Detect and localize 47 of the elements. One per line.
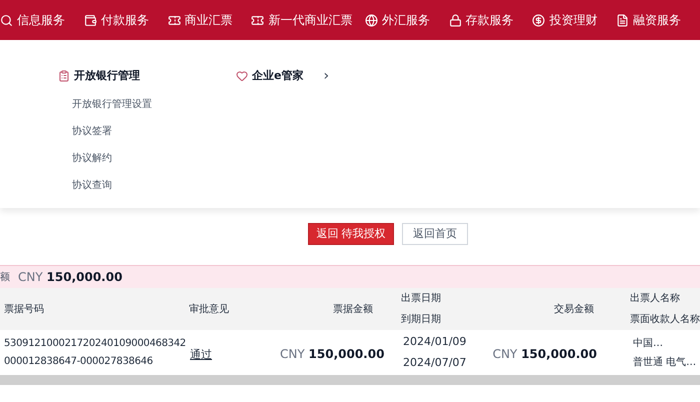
column-header: 到期日期 xyxy=(401,312,442,327)
nav-item[interactable]: 商业汇票 xyxy=(168,11,252,29)
document-icon xyxy=(616,14,630,26)
search-icon xyxy=(0,14,13,26)
wallet-icon xyxy=(84,14,97,26)
primary-button[interactable]: 返回 待我授权 xyxy=(308,223,394,245)
menu-item[interactable]: 开放银行管理设置 xyxy=(72,96,152,112)
column-header: 出票人名称 xyxy=(630,292,682,306)
table-cell: CNY 150,000.00 xyxy=(280,346,384,360)
nav-item[interactable]: 投资理财 xyxy=(532,11,616,29)
globe-icon xyxy=(364,14,378,26)
table-cell-text: 2024/07/07 xyxy=(403,354,468,370)
lock-icon xyxy=(448,14,462,26)
nav-item[interactable]: 外汇服务 xyxy=(364,11,449,29)
menu-item[interactable]: 协议签署 xyxy=(72,124,152,138)
column-header: 出票日期 xyxy=(401,292,442,306)
column-header: 票据金额 xyxy=(332,302,374,316)
column-header: 审批意见 xyxy=(189,302,230,316)
heart-icon xyxy=(236,70,248,82)
approval-link[interactable]: 通过 xyxy=(190,348,212,360)
scroll-bar[interactable] xyxy=(0,375,700,385)
table-cell: 530912100021720240109000468342 xyxy=(4,336,186,350)
table-cell-text: 中国… xyxy=(633,336,664,350)
menu-heading: 开放银行管理 xyxy=(74,68,140,84)
table-cell-text: 2024/01/09 xyxy=(403,334,468,350)
nav-item[interactable]: 付款服务 xyxy=(84,11,168,29)
ticket-icon xyxy=(251,14,264,26)
nav-item[interactable]: 信息服务 xyxy=(0,11,84,29)
coin-icon xyxy=(532,14,546,26)
nav-item[interactable]: 融资服务 xyxy=(616,11,700,29)
column-header: 票面收款人名称 xyxy=(630,313,700,327)
menu-heading: 企业e管家 xyxy=(252,68,304,84)
ticket-icon xyxy=(168,14,181,26)
column-header: 票据号码 xyxy=(4,302,45,316)
nav-item[interactable]: 新一代商业汇票 xyxy=(251,11,365,29)
column-header: 交易金额 xyxy=(553,302,594,316)
total-amount: CNY 150,000.00 xyxy=(18,269,122,286)
menu-item[interactable]: 协议查询 xyxy=(72,178,152,192)
nav-item[interactable]: 存款服务 xyxy=(448,11,532,29)
chevron-icon[interactable]: › xyxy=(323,69,330,84)
menu-item[interactable]: 协议解约 xyxy=(72,150,152,166)
secondary-button[interactable]: 返回首页 xyxy=(402,223,468,245)
table-cell-text: 普世通 电气… xyxy=(633,356,698,370)
total-label: 额 xyxy=(0,270,10,284)
table-cell: 000012838647-000027838646 xyxy=(4,354,153,368)
clipboard-icon xyxy=(58,70,70,82)
table-cell: CNY 150,000.00 xyxy=(492,346,597,360)
